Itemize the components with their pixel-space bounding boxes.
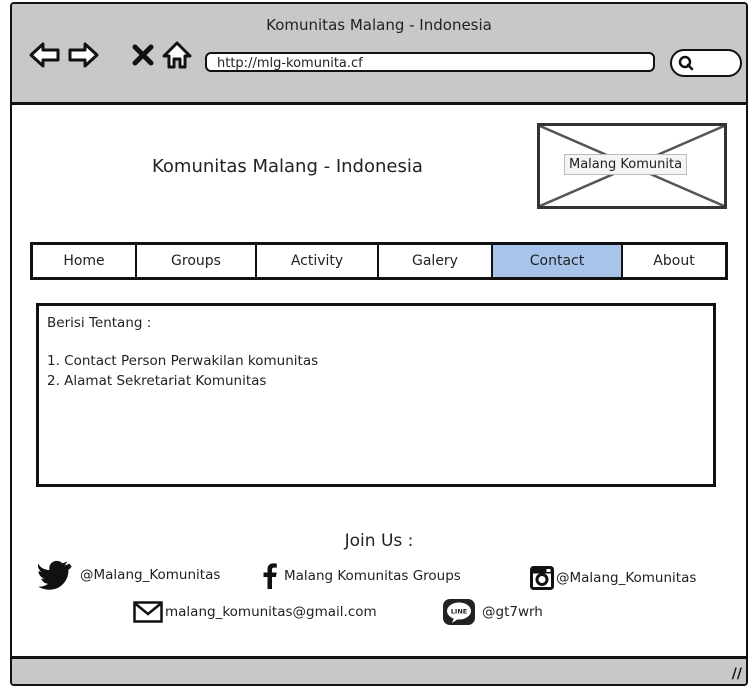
- content-panel: Berisi Tentang : 1. Contact Person Perwa…: [36, 303, 716, 487]
- content-item: 1. Contact Person Perwakilan komunitas: [47, 353, 319, 369]
- browser-toolbar: Komunitas Malang - Indonesia http://mlg-…: [12, 4, 746, 105]
- browser-status-bar: //: [12, 656, 746, 684]
- back-arrow-icon[interactable]: [28, 38, 62, 72]
- email-link[interactable]: malang_komunitas@gmail.com: [133, 601, 377, 623]
- tab-galery[interactable]: Galery: [379, 245, 493, 277]
- line-app-icon: LINE: [443, 599, 475, 625]
- email-envelope-icon: [133, 601, 163, 623]
- line-link[interactable]: LINE @gt7wrh: [442, 598, 543, 626]
- email-address: malang_komunitas@gmail.com: [165, 604, 377, 620]
- instagram-icon: [530, 566, 554, 590]
- instagram-link[interactable]: @Malang_Komunitas: [530, 566, 696, 590]
- facebook-link[interactable]: Malang Komunitas Groups: [262, 563, 461, 589]
- home-icon[interactable]: [160, 38, 194, 72]
- logo-placeholder: Malang Komunita: [537, 123, 727, 209]
- facebook-icon: [263, 563, 277, 589]
- line-id: @gt7wrh: [482, 604, 543, 620]
- tab-groups[interactable]: Groups: [137, 245, 257, 277]
- facebook-group-name: Malang Komunitas Groups: [284, 568, 461, 584]
- url-bar[interactable]: http://mlg-komunita.cf: [205, 52, 655, 72]
- site-title: Komunitas Malang - Indonesia: [152, 156, 423, 177]
- twitter-link[interactable]: @Malang_Komunitas: [38, 560, 220, 590]
- logo-label: Malang Komunita: [564, 154, 688, 175]
- svg-text:LINE: LINE: [451, 608, 467, 616]
- tab-home[interactable]: Home: [33, 245, 137, 277]
- tab-contact[interactable]: Contact: [493, 245, 623, 277]
- content-heading: Berisi Tentang :: [47, 315, 152, 331]
- browser-search-field[interactable]: [670, 49, 742, 77]
- content-item: 2. Alamat Sekretariat Komunitas: [47, 373, 267, 389]
- resize-grip-icon[interactable]: //: [732, 666, 742, 682]
- instagram-handle: @Malang_Komunitas: [556, 570, 697, 586]
- window-title: Komunitas Malang - Indonesia: [266, 16, 492, 34]
- join-us-label: Join Us :: [344, 531, 414, 551]
- forward-arrow-icon[interactable]: [66, 38, 100, 72]
- twitter-bird-icon: [38, 560, 72, 590]
- main-nav: Home Groups Activity Galery Contact Abou…: [30, 242, 728, 280]
- tab-activity[interactable]: Activity: [257, 245, 379, 277]
- twitter-handle: @Malang_Komunitas: [80, 567, 221, 583]
- browser-window: Komunitas Malang - Indonesia http://mlg-…: [10, 2, 748, 686]
- stop-x-icon[interactable]: [126, 38, 160, 72]
- tab-about[interactable]: About: [623, 245, 725, 277]
- search-icon: [678, 55, 694, 71]
